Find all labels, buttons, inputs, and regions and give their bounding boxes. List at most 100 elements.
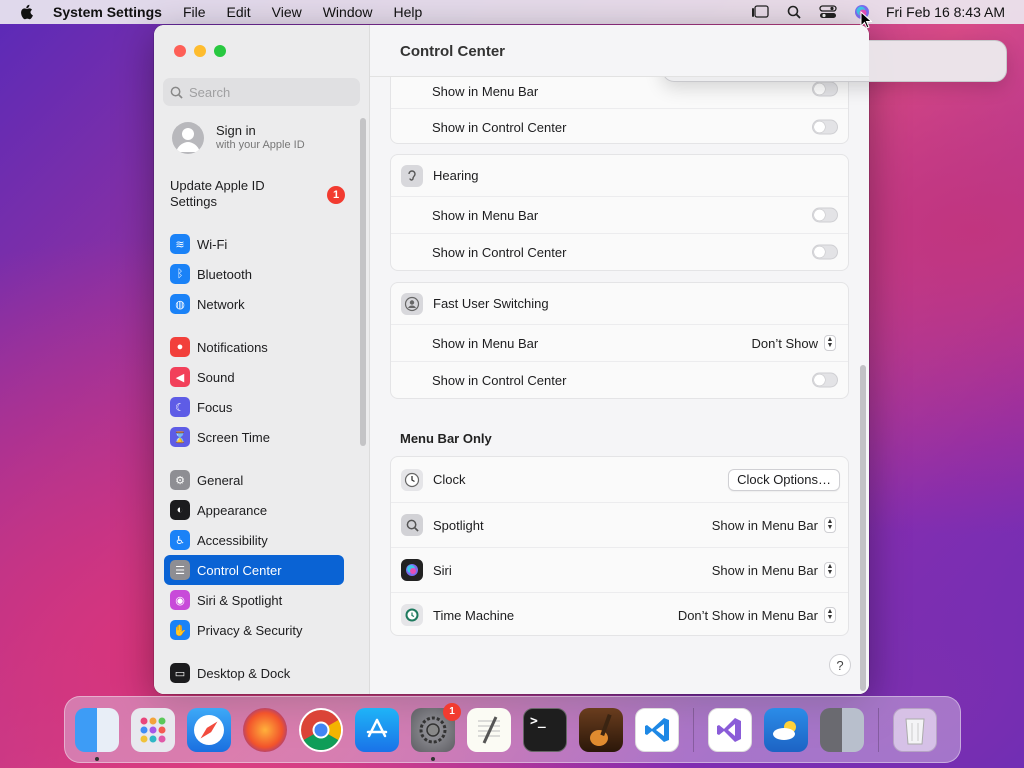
firefox-icon[interactable] [243,707,287,752]
launchpad-icon[interactable] [131,707,175,752]
file-menu[interactable]: File [183,4,206,20]
window-menu[interactable]: Window [323,4,373,20]
sidebar-item-privacy-security[interactable]: ✋ Privacy & Security [164,615,344,645]
row-label: Show in Control Center [432,244,567,260]
app-store-icon[interactable] [355,707,399,752]
toggle-switch[interactable] [812,81,838,97]
speaker-icon: ◀ [170,367,190,387]
search-input[interactable] [189,84,349,100]
sidebar-item-network[interactable]: ◍ Network [164,289,344,319]
sidebar-item-label: Appearance [197,502,268,518]
sidebar-item-focus[interactable]: ☾ Focus [164,392,344,422]
toggle-switch[interactable] [812,207,838,223]
sidebar-item-label: Siri & Spotlight [197,592,283,608]
row-label: Show in Control Center [432,119,567,135]
sidebar-item-siri-spotlight[interactable]: ◉ Siri & Spotlight [164,585,344,615]
vscode-icon[interactable] [635,707,679,752]
row-label: Show in Menu Bar [432,207,539,223]
group-menu-bar-only: Clock Clock Options… Spotlight Show in M… [390,456,849,636]
control-center-menu-icon[interactable] [818,2,838,22]
safari-icon[interactable] [187,707,231,752]
sidebar-item-label: Wi-Fi [197,236,228,252]
sidebar-item-screen-time[interactable]: ⌛ Screen Time [164,422,344,452]
app-menu[interactable]: System Settings [53,4,162,20]
terminal-icon[interactable]: >_ [523,707,567,752]
toggle-switch[interactable] [812,372,838,388]
row-time-machine: Time Machine Don’t Show in Menu Bar ▲ ▼ [391,592,848,637]
toggle-switch[interactable] [812,119,838,135]
update-label: Update Apple ID Settings [170,178,265,209]
chevron-updown-icon: ▲ ▼ [824,517,836,533]
trash-icon[interactable] [893,707,937,752]
sidebar-item-general[interactable]: ⚙ General [164,465,344,495]
clock-options-button[interactable]: Clock Options… [728,468,840,491]
sidebar-item-label: Focus [197,399,233,415]
popup-value: Don’t Show [751,335,818,351]
popup-button[interactable]: Show in Menu Bar ▲ ▼ [712,562,836,578]
update-apple-id-settings[interactable]: Update Apple ID Settings 1 [170,178,345,210]
gear-icon: ⚙ [170,470,190,490]
search-field[interactable] [163,78,360,106]
sidebar-scrollbar[interactable] [360,118,366,446]
content-scrollbar[interactable] [860,365,866,691]
user-icon [401,292,423,315]
minimize-button[interactable] [194,45,206,57]
row-label: Spotlight [433,517,484,533]
sidebar-item-label: General [197,472,244,488]
hearing-header: Hearing [391,155,848,196]
sidebar-item-desktop-dock[interactable]: ▭ Desktop & Dock [164,658,344,688]
sign-in-apple-id[interactable]: Sign in with your Apple ID [172,122,305,154]
migration-assistant-icon[interactable] [820,707,864,752]
help-menu[interactable]: Help [394,4,423,20]
dock-separator [693,707,694,752]
sidebar-item-label: Privacy & Security [197,622,303,638]
accessibility-icon: ♿ [170,530,190,550]
chrome-icon[interactable] [299,707,343,752]
row-label: Show in Control Center [432,372,567,388]
weather-icon[interactable] [764,707,808,752]
hand-icon: ✋ [170,620,190,640]
popup-button[interactable]: Don’t Show ▲ ▼ [752,335,836,351]
sidebar-item-sound[interactable]: ◀ Sound [164,362,344,392]
sidebar-item-label: Screen Time [197,429,270,445]
sidebar-item-label: Notifications [197,339,268,355]
sidebar-item-accessibility[interactable]: ♿ Accessibility [164,525,344,555]
row-fast-user-menu-bar: Show in Menu Bar Don’t Show ▲ ▼ [391,324,848,361]
globe-icon: ◍ [170,294,190,314]
sidebar-item-control-center[interactable]: ☰ Control Center [164,555,344,585]
sidebar-item-notifications[interactable]: ● Notifications [164,332,344,362]
menu-bar-clock[interactable]: Fri Feb 16 8:43 AM [886,4,1005,20]
zoom-button[interactable] [214,45,226,57]
visual-studio-icon[interactable] [708,707,752,752]
apple-menu-icon[interactable] [19,4,35,20]
appearance-icon: ◐ [170,500,190,520]
sidebar-item-wi-fi[interactable]: ≋ Wi-Fi [164,229,344,259]
close-button[interactable] [174,45,186,57]
content-titlebar: Control Center [370,25,869,77]
spotlight-search-icon[interactable] [784,2,804,22]
ear-icon [401,164,423,187]
row-show-in-control-center: Show in Control Center [391,108,848,145]
sidebar-item-bluetooth[interactable]: ᛒ Bluetooth [164,259,344,289]
toggle-switch[interactable] [812,244,838,260]
finder-icon[interactable] [75,707,119,761]
row-fast-user-control-center: Show in Control Center [391,361,848,398]
stage-manager-icon[interactable] [750,2,770,22]
clock-icon [401,468,423,491]
system-settings-window: Sign in with your Apple ID Update Apple … [154,25,869,694]
sidebar-item-appearance[interactable]: ◐ Appearance [164,495,344,525]
popup-button[interactable]: Show in Menu Bar ▲ ▼ [712,517,836,533]
bell-icon: ● [170,337,190,357]
group-hearing: Hearing Show in Menu Bar Show in Control… [390,154,849,271]
view-menu[interactable]: View [272,4,302,20]
edit-menu[interactable]: Edit [227,4,251,20]
dock: 1 >_ [64,696,961,763]
garageband-icon[interactable] [579,707,623,752]
help-button[interactable]: ? [829,654,851,676]
popup-button[interactable]: Don’t Show in Menu Bar ▲ ▼ [678,607,836,623]
row-label: Show in Menu Bar [432,335,539,351]
row-hearing-menu-bar: Show in Menu Bar [391,196,848,233]
textedit-icon[interactable] [467,707,511,752]
fast-user-header: Fast User Switching [391,283,848,324]
system-settings-dock-icon[interactable]: 1 [411,702,461,761]
